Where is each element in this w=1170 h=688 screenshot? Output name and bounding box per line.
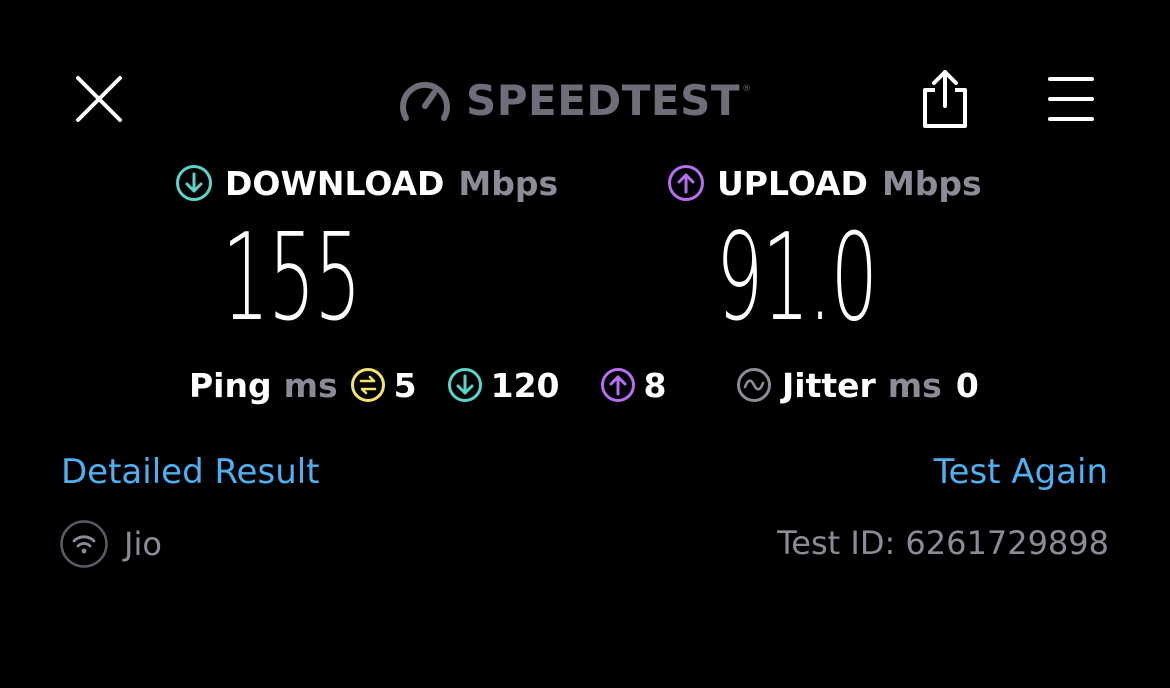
jitter-label: Jitter [782, 365, 876, 405]
isp-name: Jio [124, 525, 162, 563]
upload-title: UPLOAD [717, 163, 868, 203]
download-title: DOWNLOAD [225, 163, 445, 203]
upload-unit: Mbps [881, 163, 982, 203]
download-arrow-icon [176, 165, 212, 201]
ping-download-value: 120 [490, 365, 560, 405]
jitter-wave-icon [737, 368, 771, 402]
ping-upload-icon [600, 367, 636, 403]
upload-speed-value: 91.0 [716, 209, 878, 348]
speedtest-logo: SPEEDTEST ® [398, 72, 751, 128]
test-id: Test ID: 6261729898 [777, 524, 1109, 562]
gauge-icon [400, 81, 450, 121]
download-unit: Mbps [458, 163, 559, 203]
ping-idle-value: 5 [393, 365, 417, 405]
test-again-link[interactable]: Test Again [934, 452, 1108, 492]
ping-row: Ping ms 5 120 8 [189, 362, 666, 408]
ping-idle-icon [350, 367, 386, 403]
share-button[interactable] [918, 68, 972, 130]
ping-label: Ping [189, 365, 272, 405]
download-speed-value: 155 [222, 209, 362, 348]
jitter-row: Jitter ms 0 [736, 362, 979, 408]
ping-upload-value: 8 [643, 365, 667, 405]
close-button[interactable] [70, 70, 128, 128]
menu-icon [1048, 77, 1094, 121]
jitter-value: 0 [955, 365, 979, 405]
menu-button[interactable] [1044, 74, 1098, 124]
ping-download-icon [447, 367, 483, 403]
wifi-icon [60, 520, 108, 568]
ping-unit: ms [283, 365, 338, 405]
detailed-result-link[interactable]: Detailed Result [61, 452, 320, 492]
upload-header: UPLOAD Mbps [667, 160, 982, 206]
download-header: DOWNLOAD Mbps [175, 160, 558, 206]
isp-info: Jio [60, 520, 162, 568]
logo-text: SPEEDTEST [466, 75, 741, 125]
share-icon [923, 70, 967, 128]
jitter-unit: ms [887, 365, 942, 405]
logo-trademark: ® [742, 84, 752, 94]
upload-arrow-icon [668, 165, 704, 201]
close-icon [76, 76, 122, 122]
